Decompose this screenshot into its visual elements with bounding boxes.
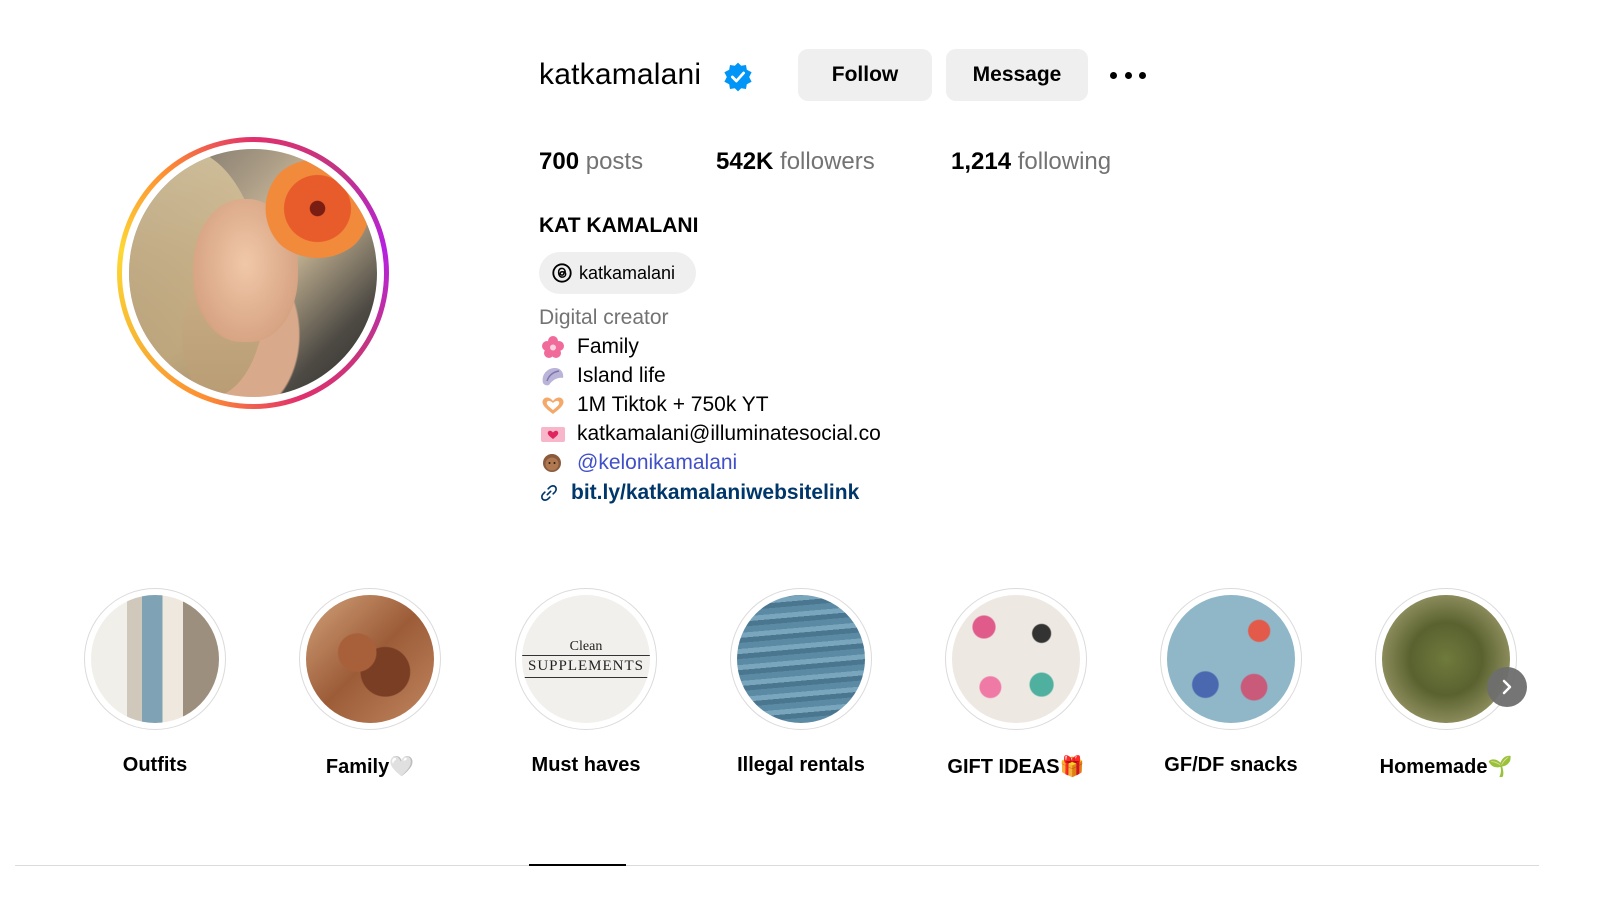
cover-text-supplements: SUPPLEMENTS xyxy=(522,655,650,679)
verified-badge-icon xyxy=(724,62,752,92)
threads-handle: katkamalani xyxy=(579,262,676,283)
highlights-next-arrow-icon[interactable] xyxy=(1487,667,1527,707)
highlight-illegal-rentals[interactable]: Illegal rentals xyxy=(726,588,876,777)
highlight-cover: Clean SUPPLEMENTS xyxy=(522,595,650,723)
love-letter-icon xyxy=(541,427,565,442)
profile-avatar xyxy=(129,149,377,397)
more-dot xyxy=(1124,71,1132,79)
highlight-label: Family🤍 xyxy=(325,756,415,778)
highlight-must-haves[interactable]: Clean SUPPLEMENTS Must haves xyxy=(511,588,661,777)
tabs-divider xyxy=(15,865,1539,866)
highlight-cover xyxy=(952,595,1080,723)
highlight-ring xyxy=(1160,588,1302,730)
highlight-ring: Clean SUPPLEMENTS xyxy=(515,588,657,730)
more-dot xyxy=(1139,71,1146,79)
following-stat[interactable]: 1,214 following xyxy=(951,148,1111,176)
more-options-icon[interactable] xyxy=(1107,60,1149,90)
profile-category: Digital creator xyxy=(539,306,669,329)
posts-label: posts xyxy=(579,148,644,175)
highlight-outfits[interactable]: Outfits xyxy=(80,588,230,777)
highlight-ring xyxy=(1375,588,1517,730)
profile-username: katkamalani xyxy=(539,58,702,91)
bio-line-island-life: Island life xyxy=(539,364,666,388)
follow-button[interactable]: Follow xyxy=(798,49,932,101)
highlight-family[interactable]: Family🤍 xyxy=(295,588,445,779)
bio-line-family: Family xyxy=(539,335,639,359)
following-count: 1,214 xyxy=(951,148,1012,175)
hibiscus-icon xyxy=(542,336,564,358)
bio-line-text: 1M Tiktok + 750k YT xyxy=(577,393,769,416)
website-link[interactable]: bit.ly/katkamalaniwebsitelink xyxy=(539,481,859,505)
highlight-label: Outfits xyxy=(122,754,188,776)
bio-line-followers: 1M Tiktok + 750k YT xyxy=(539,393,769,417)
highlight-label: GIFT IDEAS🎁 xyxy=(947,756,1085,778)
avatar-border xyxy=(122,142,384,404)
posts-count: 700 xyxy=(539,148,580,175)
threads-icon xyxy=(552,263,572,283)
bio-line-mention: @kelonikamalani xyxy=(539,451,737,475)
bio-line-text: Island life xyxy=(577,364,666,387)
highlight-cover xyxy=(306,595,434,723)
followers-label: followers xyxy=(773,148,875,175)
highlight-ring xyxy=(299,588,441,730)
highlight-ring xyxy=(730,588,872,730)
followers-count: 542K xyxy=(716,148,774,175)
highlight-gf-df-snacks[interactable]: GF/DF snacks xyxy=(1156,588,1306,777)
active-tab-indicator[interactable] xyxy=(529,864,626,866)
highlight-label: Illegal rentals xyxy=(737,754,865,776)
following-label: following xyxy=(1011,148,1112,175)
shell-icon xyxy=(542,368,564,386)
threads-badge[interactable]: katkamalani xyxy=(539,252,696,294)
followers-stat[interactable]: 542K followers xyxy=(716,148,875,176)
person-icon xyxy=(543,454,561,472)
highlight-cover xyxy=(1167,595,1295,723)
more-dot xyxy=(1110,71,1117,79)
heart-hands-icon xyxy=(542,397,564,414)
posts-stat: 700 posts xyxy=(539,148,643,176)
highlight-cover xyxy=(1382,595,1510,723)
highlight-cover xyxy=(737,595,865,723)
highlight-label: Must haves xyxy=(531,754,641,776)
highlight-label: Homemade🌱 xyxy=(1379,756,1513,778)
bio-line-text: katkamalani@illuminatesocial.co xyxy=(577,422,881,445)
highlight-label: GF/DF snacks xyxy=(1164,754,1298,776)
mention-link[interactable]: @kelonikamalani xyxy=(577,451,737,475)
bio-line-text: Family xyxy=(577,335,639,358)
bio-line-email: katkamalani@illuminatesocial.co xyxy=(539,422,881,446)
full-name: KAT KAMALANI xyxy=(539,214,699,237)
chevron-right-icon xyxy=(1502,679,1512,695)
highlight-cover xyxy=(91,595,219,723)
highlight-ring xyxy=(84,588,226,730)
cover-text-clean: Clean xyxy=(569,638,603,654)
highlight-ring xyxy=(945,588,1087,730)
message-button[interactable]: Message xyxy=(946,49,1088,101)
website-link-text: bit.ly/katkamalaniwebsitelink xyxy=(571,481,860,504)
link-icon xyxy=(541,485,557,501)
avatar-flower xyxy=(262,158,373,259)
profile-avatar-story-ring[interactable] xyxy=(117,137,389,409)
highlight-gift-ideas[interactable]: GIFT IDEAS🎁 xyxy=(941,588,1091,779)
